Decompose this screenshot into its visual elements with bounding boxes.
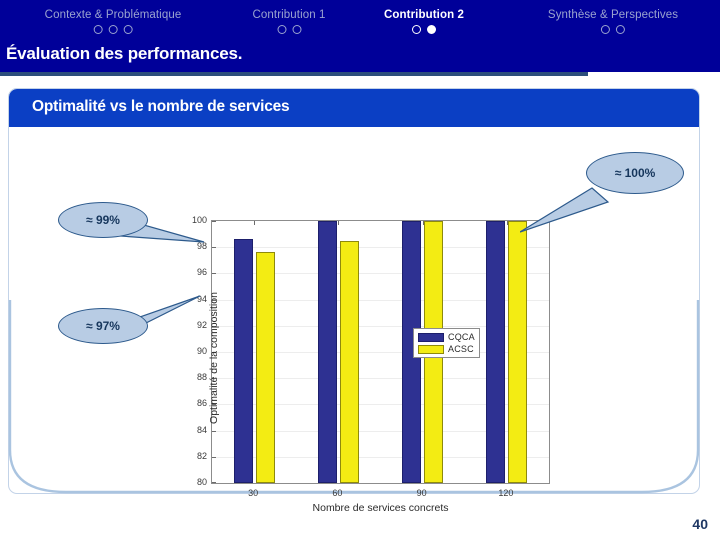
bar-acsc-30 bbox=[255, 252, 275, 483]
bar-acsc-120 bbox=[508, 221, 528, 483]
section-navigation: Contexte & Problématique Contribution 1 Co… bbox=[0, 8, 720, 44]
nav-section-label: Synthèse & Perspectives bbox=[547, 9, 679, 21]
chart-legend: CQCA ACSC bbox=[413, 328, 480, 358]
nav-dot-current-icon[interactable] bbox=[427, 25, 436, 34]
nav-section-1[interactable]: Contexte & Problématique bbox=[45, 8, 182, 34]
header-divider-accent bbox=[588, 72, 720, 76]
nav-section-4[interactable]: Synthèse & Perspectives bbox=[548, 8, 678, 34]
slide-subtitle: Évaluation des performances. bbox=[6, 44, 243, 63]
nav-dot-icon[interactable] bbox=[601, 25, 610, 34]
y-tick-label: 88 bbox=[196, 372, 207, 383]
page-number: 40 bbox=[692, 516, 708, 532]
callout-bubble-97: ≈ 97% bbox=[58, 308, 148, 344]
nav-dot-icon[interactable] bbox=[123, 25, 133, 34]
callout-99: ≈ 99% bbox=[58, 198, 248, 268]
x-axis-title: Nombre de services concrets bbox=[312, 502, 449, 514]
legend-swatch-icon bbox=[418, 344, 444, 354]
y-tick-label: 82 bbox=[196, 450, 207, 461]
nav-section-label: Contexte & Problématique bbox=[44, 9, 182, 21]
nav-dot-group bbox=[412, 25, 436, 34]
slide-header: Contexte & Problématique Contribution 1 Co… bbox=[0, 0, 720, 72]
bar-acsc-60 bbox=[339, 240, 359, 483]
nav-section-2[interactable]: Contribution 1 bbox=[253, 8, 326, 34]
legend-label: CQCA bbox=[448, 332, 475, 342]
nav-dot-icon[interactable] bbox=[108, 25, 118, 34]
x-tick-label: 120 bbox=[498, 488, 514, 498]
nav-dot-icon[interactable] bbox=[616, 25, 625, 34]
nav-dot-group bbox=[93, 25, 133, 34]
bar-cqca-30 bbox=[233, 239, 253, 483]
callout-bubble-100: ≈ 100% bbox=[586, 152, 684, 194]
nav-section-label: Contribution 2 bbox=[384, 9, 464, 21]
legend-item-cqca: CQCA bbox=[418, 332, 475, 342]
y-tick-label: 84 bbox=[196, 424, 207, 435]
x-tick-label: 90 bbox=[416, 488, 427, 498]
x-tick-label: 60 bbox=[332, 488, 343, 498]
bar-cqca-120 bbox=[486, 221, 506, 483]
callout-bubble-99: ≈ 99% bbox=[58, 202, 148, 238]
x-tick-mark bbox=[254, 221, 256, 225]
callout-97: ≈ 97% bbox=[58, 278, 248, 348]
x-tick-label: 30 bbox=[248, 488, 259, 498]
legend-swatch-icon bbox=[418, 332, 444, 342]
card-title-bar: Optimalité vs le nombre de services bbox=[9, 89, 699, 127]
bar-cqca-60 bbox=[317, 221, 337, 483]
plot-area bbox=[211, 220, 550, 484]
nav-dot-icon[interactable] bbox=[277, 25, 286, 34]
nav-section-label: Contribution 1 bbox=[252, 9, 326, 21]
callout-100: ≈ 100% bbox=[520, 146, 700, 236]
legend-item-acsc: ACSC bbox=[418, 344, 475, 354]
x-tick-mark bbox=[422, 221, 424, 225]
y-tick-label: 86 bbox=[196, 398, 207, 409]
nav-dot-group bbox=[277, 25, 301, 34]
y-tick-label: 80 bbox=[196, 477, 207, 487]
card-title: Optimalité vs le nombre de services bbox=[32, 98, 290, 115]
nav-section-3[interactable]: Contribution 2 bbox=[384, 8, 464, 34]
y-tick-label: 96 bbox=[196, 267, 207, 278]
nav-dot-group bbox=[601, 25, 625, 34]
legend-label: ACSC bbox=[448, 344, 474, 354]
x-tick-mark bbox=[338, 221, 340, 225]
y-tick-mark bbox=[212, 482, 216, 483]
nav-dot-icon[interactable] bbox=[412, 25, 421, 34]
nav-dot-icon[interactable] bbox=[93, 25, 103, 34]
nav-dot-icon[interactable] bbox=[292, 25, 301, 34]
x-tick-mark bbox=[506, 221, 508, 225]
